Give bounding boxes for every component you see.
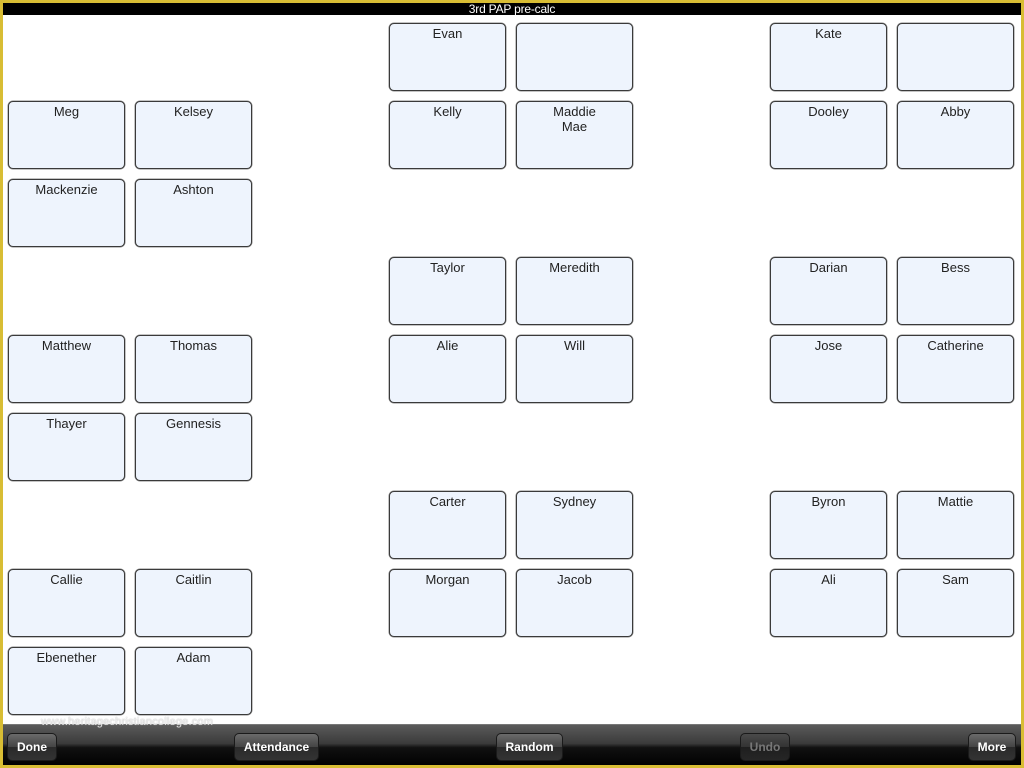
app-frame: 3rd PAP pre-calc Meg Kelsey Mackenzie As…	[3, 3, 1021, 765]
seat[interactable]: Alie	[389, 335, 506, 403]
seat[interactable]: Will	[516, 335, 633, 403]
seat-name: Will	[564, 338, 585, 353]
seat[interactable]: Taylor	[389, 257, 506, 325]
seat-name: Alie	[436, 338, 459, 353]
seat[interactable]: Kelly	[389, 101, 506, 169]
seat-name: Dooley	[808, 104, 849, 119]
seat[interactable]: Sam	[897, 569, 1014, 637]
seat[interactable]: Gennesis	[135, 413, 252, 481]
seat[interactable]: Evan	[389, 23, 506, 91]
seat-name: Thomas	[170, 338, 217, 353]
more-button[interactable]: More	[968, 733, 1016, 761]
seat-empty[interactable]	[897, 23, 1014, 91]
seat[interactable]: Byron	[770, 491, 887, 559]
seat[interactable]: Ali	[770, 569, 887, 637]
seat-name: Jacob	[557, 572, 592, 587]
seat-name: Matthew	[41, 338, 92, 353]
seat-name: Gennesis	[166, 416, 221, 431]
attendance-button[interactable]: Attendance	[234, 733, 319, 761]
window-title: 3rd PAP pre-calc	[3, 3, 1021, 15]
seat-name: Mackenzie	[35, 182, 98, 197]
seat[interactable]: Mackenzie	[8, 179, 125, 247]
random-button[interactable]: Random	[496, 733, 563, 761]
seat-name: Bess	[941, 260, 970, 275]
seat[interactable]: Morgan	[389, 569, 506, 637]
seat-name: Mattie	[937, 494, 974, 509]
seating-chart: Meg Kelsey Mackenzie Ashton Matthew Thom…	[3, 15, 1021, 724]
seat[interactable]: Caitlin	[135, 569, 252, 637]
seat-empty[interactable]	[516, 23, 633, 91]
seat[interactable]: Mattie	[897, 491, 1014, 559]
seat-name: Catherine	[927, 338, 984, 353]
seat[interactable]: Meredith	[516, 257, 633, 325]
seat[interactable]: Abby	[897, 101, 1014, 169]
seat[interactable]: Thayer	[8, 413, 125, 481]
seat-name: Adam	[176, 650, 211, 665]
seat[interactable]: Thomas	[135, 335, 252, 403]
seat-name: Kelsey	[173, 104, 214, 119]
seat[interactable]: Bess	[897, 257, 1014, 325]
seat[interactable]: Kelsey	[135, 101, 252, 169]
seat[interactable]: Kate	[770, 23, 887, 91]
seat-name: Maddie Mae	[553, 104, 596, 134]
seat-name: Caitlin	[175, 572, 212, 587]
seat[interactable]: Darian	[770, 257, 887, 325]
seat[interactable]: Matthew	[8, 335, 125, 403]
seat[interactable]: Sydney	[516, 491, 633, 559]
seat-name: Taylor	[430, 260, 465, 275]
seat-name: Sam	[942, 572, 969, 587]
seat-name: Byron	[811, 494, 846, 509]
seat-name: Thayer	[46, 416, 87, 431]
seat[interactable]: Ashton	[135, 179, 252, 247]
bottom-toolbar: Done Attendance Random Undo More	[3, 724, 1021, 765]
seat-name: Abby	[940, 104, 971, 119]
seat-name: Jose	[814, 338, 843, 353]
seat-name: Sydney	[552, 494, 597, 509]
seat[interactable]: Carter	[389, 491, 506, 559]
seat-name: Carter	[429, 494, 466, 509]
seat[interactable]: Adam	[135, 647, 252, 715]
seat[interactable]: Jacob	[516, 569, 633, 637]
seat[interactable]: Catherine	[897, 335, 1014, 403]
done-button[interactable]: Done	[7, 733, 57, 761]
seat-name: Callie	[50, 572, 83, 587]
seat[interactable]: Maddie Mae	[516, 101, 633, 169]
seat[interactable]: Jose	[770, 335, 887, 403]
seat-name: Evan	[432, 26, 463, 41]
undo-button[interactable]: Undo	[740, 733, 790, 761]
seat[interactable]: Ebenether	[8, 647, 125, 715]
seat[interactable]: Meg	[8, 101, 125, 169]
seat-name: Ashton	[173, 182, 214, 197]
seat-name: Kelly	[433, 104, 462, 119]
seat-name: Ali	[821, 572, 836, 587]
seat[interactable]: Callie	[8, 569, 125, 637]
seat[interactable]: Dooley	[770, 101, 887, 169]
seat-name: Meredith	[549, 260, 600, 275]
seat-name: Morgan	[425, 572, 470, 587]
seat-name: Kate	[815, 26, 842, 41]
seat-name: Darian	[809, 260, 848, 275]
seat-name: Ebenether	[36, 650, 97, 665]
seat-name: Meg	[53, 104, 80, 119]
